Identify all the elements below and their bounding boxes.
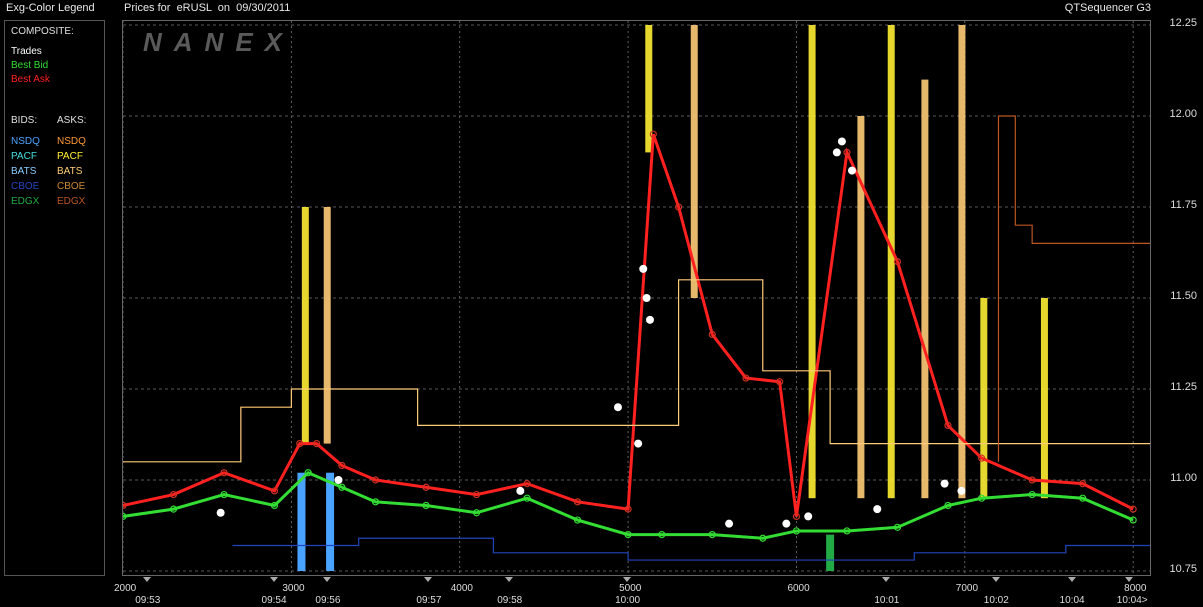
time-marker: [323, 577, 332, 582]
time-marker: [424, 577, 433, 582]
legend-bid-item: NSDQ: [11, 136, 40, 147]
trade-point: [634, 439, 643, 448]
time-label: 09:57: [416, 595, 442, 606]
trade-point: [957, 486, 966, 495]
time-marker: [1067, 577, 1076, 582]
ask-spike: [1040, 298, 1048, 499]
trade-point: [873, 505, 882, 514]
y-tick-label: 11.00: [1170, 472, 1197, 484]
trade-point: [848, 166, 857, 175]
legend-ask-item: EDGX: [57, 196, 86, 207]
sequencer-label: QTSequencer G3: [1064, 2, 1151, 14]
ask-spike: [857, 116, 865, 499]
time-marker: [882, 577, 891, 582]
time-marker: [623, 577, 632, 582]
trade-point: [334, 476, 343, 484]
trade-point: [613, 403, 622, 412]
time-marker: [1124, 577, 1133, 582]
legend-ask-item: BATS: [57, 166, 83, 177]
time-marker: [269, 577, 278, 582]
x-tick-label: 6000: [787, 583, 810, 594]
ask-spike: [887, 25, 895, 499]
time-label: 10:00: [615, 595, 641, 606]
ask-spike: [958, 25, 966, 499]
legend-composite-item: Best Bid: [11, 60, 49, 71]
trade-point: [516, 486, 525, 495]
legend-bid-item: EDGX: [11, 196, 40, 207]
series-line-cboe: [232, 537, 1150, 561]
y-tick-label: 11.75: [1170, 199, 1197, 211]
ask-spike: [980, 298, 988, 499]
x-tick-label: 2000: [114, 583, 137, 594]
x-tick-label: 4000: [450, 583, 473, 594]
trade-point: [725, 519, 734, 528]
trade-point: [645, 315, 654, 324]
time-label: 10:04: [1059, 595, 1085, 606]
time-label: 10:04>: [1116, 595, 1148, 606]
y-tick-label: 10.75: [1169, 563, 1197, 575]
ask-spike: [301, 207, 309, 444]
ask-spike: [323, 207, 331, 444]
legend-asks-heading: ASKS:: [57, 115, 87, 126]
legend-composite-item: Best Ask: [11, 74, 50, 85]
ask-spike: [921, 79, 929, 499]
bid-bar: [297, 472, 306, 571]
x-tick-label: 3000: [282, 583, 305, 594]
legend-composite-heading: COMPOSITE:: [11, 26, 74, 37]
y-tick-label: 12.00: [1169, 108, 1197, 120]
trade-point: [639, 264, 648, 273]
time-marker: [505, 577, 514, 582]
y-tick-label: 12.25: [1169, 17, 1197, 29]
x-tick-label: 5000: [619, 583, 642, 594]
time-label: 10:01: [874, 595, 900, 606]
y-tick-label: 11.25: [1170, 381, 1197, 393]
color-legend: COMPOSITE: Trades Best Bid Best Ask BIDS: ASK…: [4, 20, 105, 576]
bid-bar: [826, 534, 835, 571]
trade-point: [940, 479, 949, 488]
legend-ask-item: NSDQ: [57, 136, 86, 147]
trade-point: [782, 519, 791, 528]
time-marker: [991, 577, 1000, 582]
legend-bid-item: CBOE: [11, 181, 40, 192]
time-label: 10:02: [983, 595, 1009, 606]
legend-ask-item: CBOE: [57, 181, 86, 192]
legend-bid-item: BATS: [11, 166, 37, 177]
time-label: 09:58: [497, 595, 523, 606]
legend-ask-item: PACF: [57, 151, 83, 162]
trade-point: [804, 512, 813, 521]
time-marker: [143, 577, 152, 582]
y-tick-label: 11.50: [1170, 290, 1197, 302]
trade-point: [837, 137, 846, 146]
legend-bid-item: PACF: [11, 151, 37, 162]
plot-area: NANEX: [122, 20, 1151, 576]
legend-composite-item: Trades: [11, 46, 42, 57]
x-tick-label: 8000: [1124, 583, 1147, 594]
series-line-edgx: [997, 115, 1150, 462]
legend-bids-heading: BIDS:: [11, 115, 38, 126]
ask-spike: [645, 25, 653, 153]
trade-point: [216, 508, 225, 517]
trade-point: [642, 294, 651, 302]
legend-title: Exg-Color Legend: [6, 2, 95, 14]
time-label: 09:54: [261, 595, 287, 606]
bid-bar: [326, 472, 335, 571]
chart-title: Prices for eRUSL on 09/30/2011: [124, 2, 291, 14]
trade-point: [832, 148, 841, 157]
time-label: 09:53: [135, 595, 161, 606]
x-tick-label: 7000: [955, 583, 979, 594]
time-label: 09:56: [315, 595, 341, 606]
price-chart: [123, 21, 1150, 575]
